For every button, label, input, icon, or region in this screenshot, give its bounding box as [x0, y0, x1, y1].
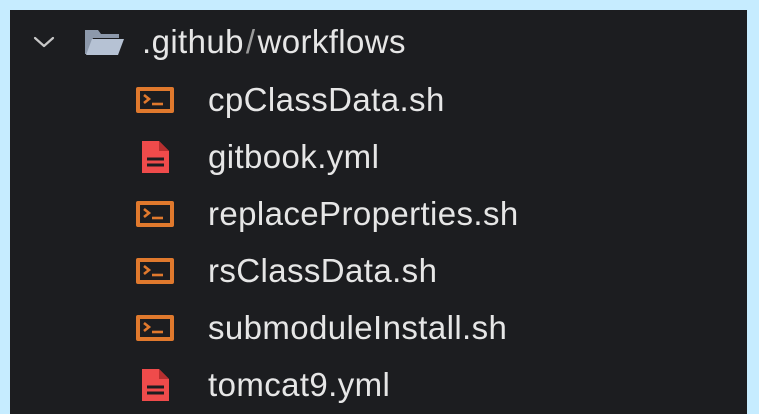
- chevron-down-icon[interactable]: [24, 22, 64, 62]
- shell-script-icon: [132, 194, 178, 234]
- file-row-submoduleinstall[interactable]: submoduleInstall.sh: [132, 302, 507, 354]
- file-row-gitbook[interactable]: gitbook.yml: [132, 131, 379, 183]
- file-name-label: cpClassData.sh: [208, 81, 445, 118]
- file-name-label: submoduleInstall.sh: [208, 309, 508, 346]
- subfolder-name: workflows: [257, 23, 406, 60]
- folder-path-label: .github / workflows: [142, 23, 406, 61]
- file-name-label: rsClassData.sh: [208, 252, 438, 289]
- file-row-tomcat9[interactable]: tomcat9.yml: [132, 359, 390, 411]
- shell-script-icon: [132, 80, 178, 120]
- file-explorer-panel: .github / workflows cpClassData.sh gitbo…: [10, 10, 747, 414]
- folder-row-github-workflows[interactable]: .github / workflows: [24, 16, 406, 68]
- file-name-label: replaceProperties.sh: [208, 195, 519, 232]
- file-row-replaceproperties[interactable]: replaceProperties.sh: [132, 188, 519, 240]
- yaml-file-icon: [132, 137, 178, 177]
- path-separator: /: [245, 23, 256, 60]
- file-name-label: tomcat9.yml: [208, 366, 391, 403]
- shell-script-icon: [132, 308, 178, 348]
- folder-open-icon: [82, 22, 126, 62]
- file-row-rsclassdata[interactable]: rsClassData.sh: [132, 245, 437, 297]
- folder-name: .github: [142, 23, 244, 60]
- yaml-file-icon: [132, 365, 178, 405]
- file-name-label: gitbook.yml: [208, 138, 380, 175]
- shell-script-icon: [132, 251, 178, 291]
- file-row-cpclassdata[interactable]: cpClassData.sh: [132, 74, 445, 126]
